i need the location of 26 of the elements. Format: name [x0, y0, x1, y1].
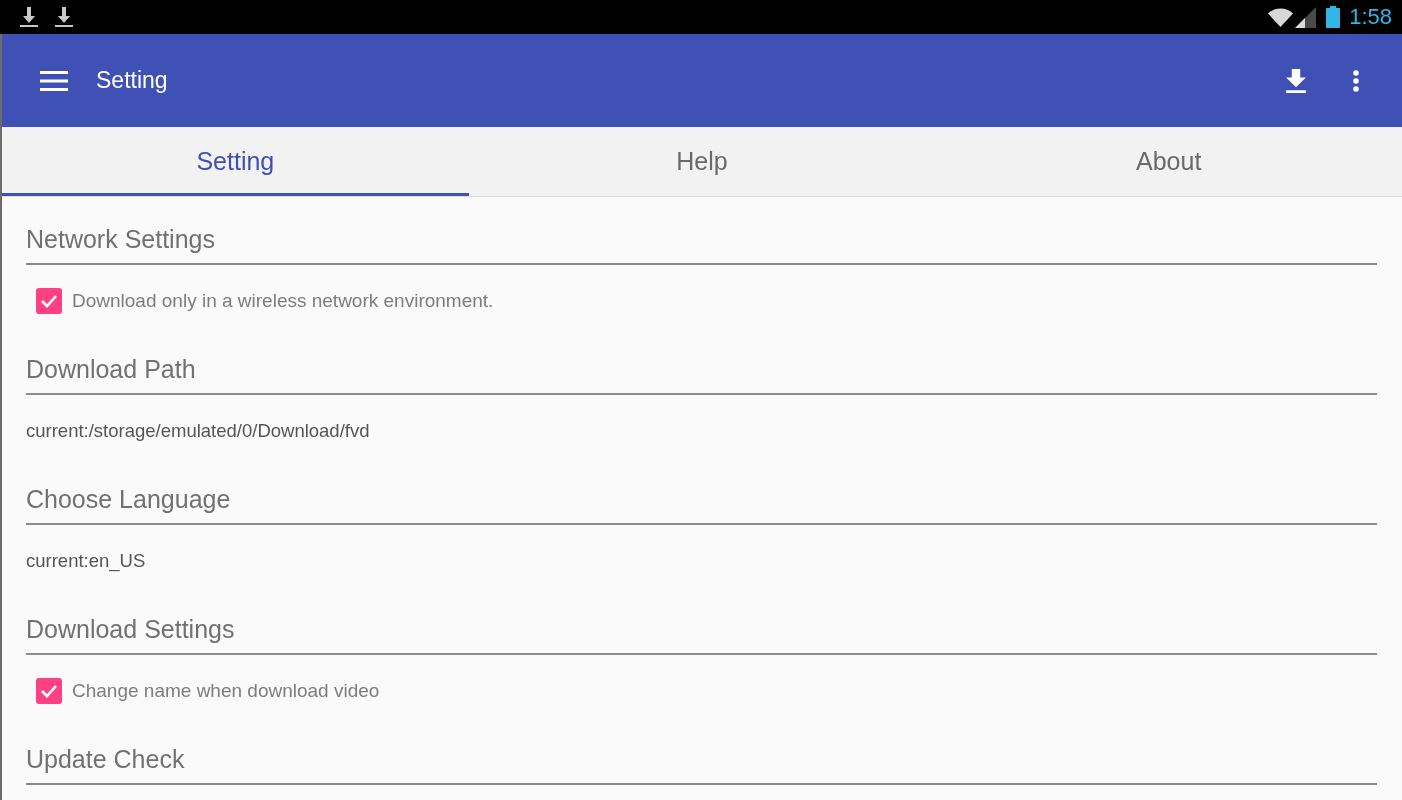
- app-title: Setting: [96, 67, 168, 94]
- checkbox[interactable]: [36, 678, 62, 704]
- battery-icon: [1326, 6, 1341, 28]
- section-heading: Download Path: [26, 354, 197, 385]
- setting-value: current:/storage/emulated/0/Download/fvd: [26, 420, 370, 442]
- signal-icon: [1295, 6, 1317, 28]
- download-icon: [20, 6, 38, 28]
- section-heading: Network Settings: [26, 224, 216, 255]
- check-icon: [40, 294, 58, 308]
- download-icon[interactable]: [1285, 68, 1307, 93]
- section-heading: Choose Language: [26, 484, 232, 515]
- section-heading: Download Settings: [26, 614, 236, 645]
- tab[interactable]: Help: [468, 127, 936, 196]
- setting-value: current:en_US: [26, 550, 146, 572]
- checkbox-label[interactable]: Download only in a wireless network environment.: [72, 290, 494, 312]
- download-icon: [55, 6, 73, 28]
- section-heading: Update Check: [26, 744, 186, 775]
- menu-icon[interactable]: [40, 70, 68, 91]
- checkbox[interactable]: [36, 288, 62, 314]
- tab[interactable]: About: [935, 127, 1402, 196]
- wifi-icon: [1268, 7, 1294, 27]
- tab[interactable]: Setting: [2, 127, 469, 196]
- status-time: 1:58: [1349, 4, 1392, 30]
- check-icon: [40, 684, 58, 698]
- checkbox-label[interactable]: Change name when download video: [72, 680, 380, 702]
- more-options-icon[interactable]: [1352, 68, 1360, 93]
